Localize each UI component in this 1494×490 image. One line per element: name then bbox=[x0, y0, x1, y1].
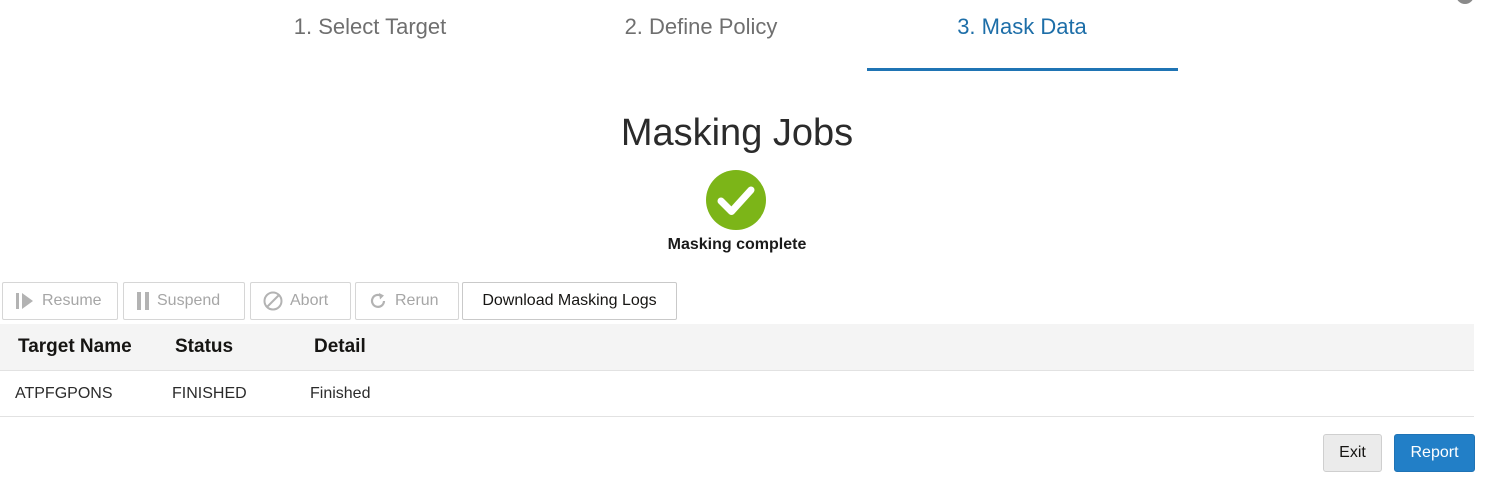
wizard-train: 1. Select Target 2. Define Policy 3. Mas… bbox=[0, 0, 1494, 72]
cell-detail: Finished bbox=[310, 384, 371, 402]
suspend-button[interactable]: Suspend bbox=[123, 282, 245, 320]
active-step-indicator bbox=[867, 68, 1178, 71]
train-step-label: 3. Mask Data bbox=[957, 14, 1087, 39]
cell-target-name: ATPFGPONS bbox=[15, 384, 113, 402]
page-title: Masking Jobs bbox=[620, 112, 854, 154]
abort-button[interactable]: Abort bbox=[250, 282, 351, 320]
resume-button[interactable]: Resume bbox=[2, 282, 118, 320]
train-step-label: 1. Select Target bbox=[293, 14, 447, 39]
download-label: Download Masking Logs bbox=[482, 292, 657, 309]
masking-jobs-page: 1. Select Target 2. Define Policy 3. Mas… bbox=[0, 0, 1494, 490]
train-step-define-policy[interactable]: 2. Define Policy bbox=[545, 0, 857, 72]
table-row[interactable]: ATPFGPONS FINISHED Finished bbox=[0, 371, 1474, 417]
resume-icon bbox=[15, 292, 35, 310]
report-button[interactable]: Report bbox=[1394, 434, 1475, 472]
check-circle-icon bbox=[706, 170, 766, 230]
column-header-target-name[interactable]: Target Name bbox=[18, 324, 132, 370]
train-step-select-target[interactable]: 1. Select Target bbox=[214, 0, 526, 72]
cell-status: FINISHED bbox=[172, 384, 247, 402]
table-header: Target Name Status Detail bbox=[0, 324, 1474, 371]
abort-label: Abort bbox=[290, 292, 329, 309]
resume-label: Resume bbox=[42, 292, 102, 309]
rerun-button[interactable]: Rerun bbox=[355, 282, 459, 320]
column-header-detail[interactable]: Detail bbox=[314, 324, 366, 370]
train-step-mask-data[interactable]: 3. Mask Data bbox=[866, 0, 1178, 72]
train-step-label: 2. Define Policy bbox=[624, 14, 778, 39]
status-text: Masking complete bbox=[667, 236, 807, 253]
column-header-status[interactable]: Status bbox=[175, 324, 233, 370]
pause-icon bbox=[136, 291, 150, 311]
download-masking-logs-button[interactable]: Download Masking Logs bbox=[462, 282, 677, 320]
exit-button[interactable]: Exit bbox=[1323, 434, 1382, 472]
rerun-label: Rerun bbox=[395, 292, 439, 309]
rerun-icon bbox=[368, 291, 388, 311]
suspend-label: Suspend bbox=[157, 292, 221, 309]
masking-jobs-table: Target Name Status Detail ATPFGPONS FINI… bbox=[0, 324, 1474, 417]
abort-icon bbox=[263, 291, 283, 311]
